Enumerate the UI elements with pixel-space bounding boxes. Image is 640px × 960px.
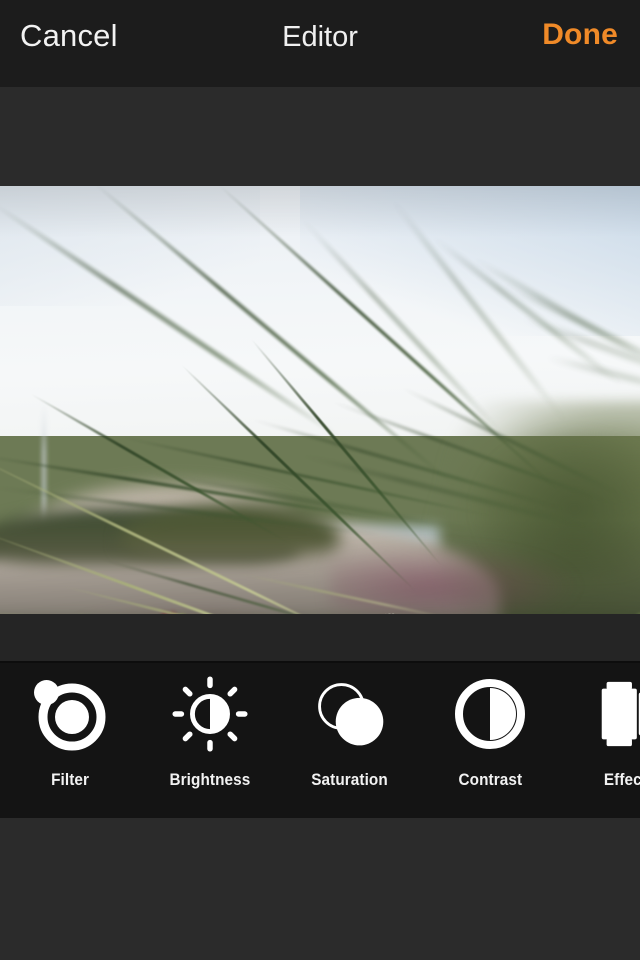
bottom-panel — [0, 818, 640, 960]
photo-canvas[interactable] — [0, 186, 640, 614]
effects-film-icon — [591, 675, 640, 753]
tool-contrast[interactable]: Contrast — [420, 663, 560, 818]
tool-label: Effects — [604, 770, 640, 789]
saturation-icon — [311, 675, 389, 753]
navigation-bar: Cancel Editor Done — [0, 0, 640, 87]
photo-matte-top — [0, 87, 640, 186]
contrast-icon — [451, 675, 529, 753]
tool-label: Brightness — [169, 770, 251, 789]
tool-brightness[interactable]: Brightness — [140, 663, 280, 818]
tool-effects[interactable]: Effects — [560, 663, 640, 818]
pink-bloom-haze-right — [330, 546, 580, 614]
tool-label: Contrast — [458, 770, 522, 789]
photo-matte-bottom — [0, 614, 640, 662]
brightness-icon — [171, 675, 249, 753]
edit-tools-toolbar[interactable]: Filter Brightness Saturation Contrast Effect… — [0, 663, 640, 818]
tool-label: Saturation — [311, 770, 389, 789]
tool-label: Filter — [51, 770, 89, 789]
sky-blue-right — [300, 186, 640, 336]
tool-saturation[interactable]: Saturation — [280, 663, 420, 818]
edit-tools-row[interactable]: Filter Brightness Saturation Contrast Effect… — [0, 663, 640, 818]
filter-icon — [31, 675, 109, 753]
done-button[interactable]: Done — [542, 20, 618, 50]
tool-filter[interactable]: Filter — [0, 663, 140, 818]
photo-editor-screen: Cancel Editor Done Filter Brightness Sat… — [0, 0, 640, 960]
